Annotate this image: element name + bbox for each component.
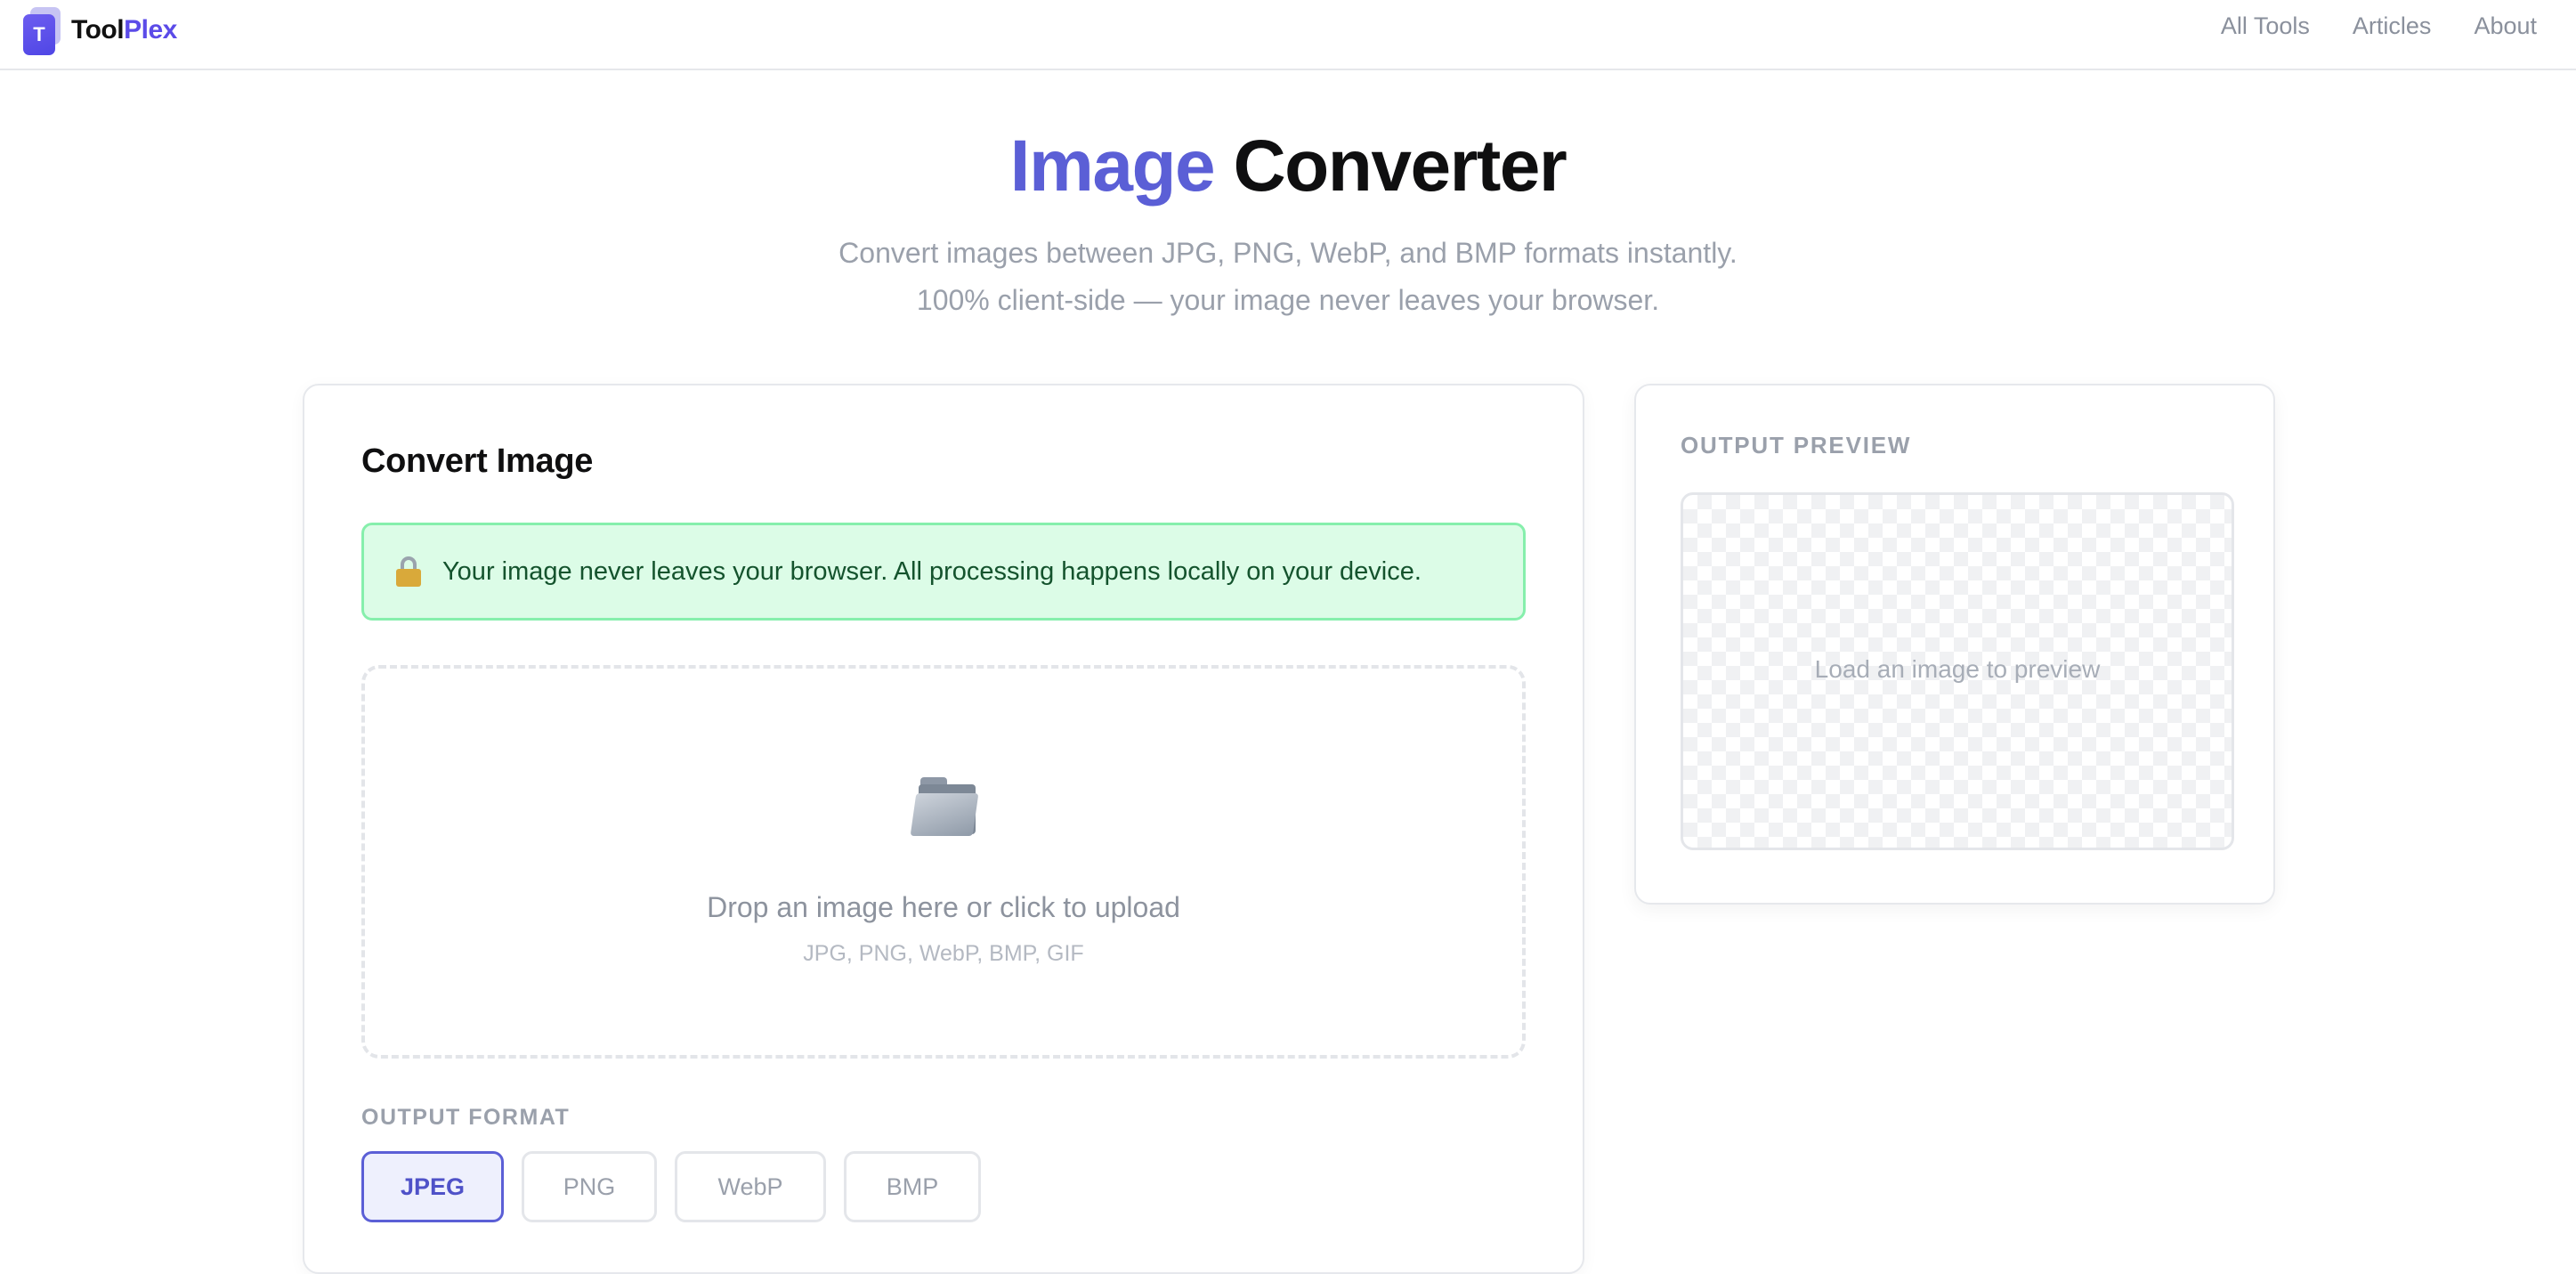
format-button-webp[interactable]: WebP (675, 1151, 826, 1222)
lock-icon (396, 556, 421, 587)
converter-card-title: Convert Image (361, 442, 594, 480)
format-button-jpeg[interactable]: JPEG (361, 1151, 504, 1222)
top-navigation-bar: T ToolPlex All Tools Articles About (0, 0, 2576, 70)
brand-name-part2: Plex (124, 15, 177, 45)
dropzone-title: Drop an image here or click to upload (707, 891, 1180, 923)
page-subtitle: Convert images between JPG, PNG, WebP, a… (0, 230, 2576, 324)
logo-icon-letter: T (23, 14, 55, 55)
main-nav: All Tools Articles About (2221, 12, 2537, 40)
dropzone-accepted-types: JPG, PNG, WebP, BMP, GIF (803, 941, 1084, 966)
page-title: Image Converter (0, 125, 2576, 208)
output-preview-canvas: Load an image to preview (1681, 492, 2234, 850)
page-subtitle-line-2: 100% client-side — your image never leav… (916, 284, 1660, 316)
format-button-png[interactable]: PNG (522, 1151, 657, 1222)
output-preview-label: OUTPUT PREVIEW (1681, 432, 1912, 458)
brand-name: ToolPlex (71, 15, 177, 45)
output-format-options: JPEG PNG WebP BMP (361, 1151, 981, 1222)
format-button-bmp[interactable]: BMP (844, 1151, 981, 1222)
logo-icon: T (23, 7, 62, 55)
page-title-accent: Image (1009, 126, 1216, 207)
output-preview-card: OUTPUT PREVIEW Load an image to preview (1634, 384, 2275, 905)
privacy-notice-text: Your image never leaves your browser. Al… (442, 556, 1422, 586)
converter-card: Convert Image Your image never leaves yo… (303, 384, 1584, 1274)
logo[interactable]: T ToolPlex (23, 7, 177, 55)
upload-dropzone[interactable]: Drop an image here or click to upload JP… (361, 665, 1526, 1059)
nav-link-articles[interactable]: Articles (2353, 12, 2432, 40)
output-preview-empty-text: Load an image to preview (1814, 655, 2101, 683)
nav-link-all-tools[interactable]: All Tools (2221, 12, 2310, 40)
output-format-label: OUTPUT FORMAT (361, 1105, 571, 1130)
privacy-notice: Your image never leaves your browser. Al… (361, 523, 1526, 621)
brand-name-part1: Tool (71, 15, 125, 45)
folder-icon (910, 774, 983, 838)
page-title-rest: Converter (1233, 126, 1567, 207)
page-subtitle-line-1: Convert images between JPG, PNG, WebP, a… (838, 237, 1738, 269)
nav-link-about[interactable]: About (2474, 12, 2537, 40)
